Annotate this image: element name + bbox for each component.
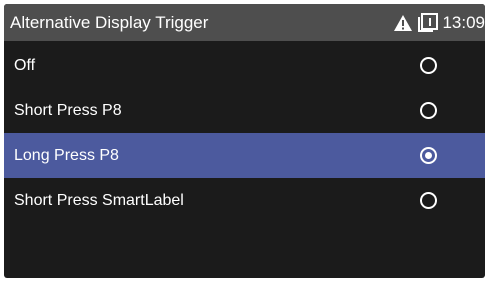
page-title: Alternative Display Trigger	[10, 13, 209, 32]
status-time: 13:09	[442, 12, 485, 32]
option-long-press-p8[interactable]: Long Press P8	[4, 133, 485, 178]
header-bar: Alternative Display Trigger 13:09	[4, 4, 485, 41]
radio-button[interactable]	[420, 57, 437, 74]
option-off[interactable]: Off	[4, 43, 485, 88]
option-label: Short Press SmartLabel	[14, 192, 184, 209]
option-short-press-p8[interactable]: Short Press P8	[4, 88, 485, 133]
document-icon	[418, 13, 439, 32]
option-label: Short Press P8	[14, 102, 122, 119]
option-short-press-smartlabel[interactable]: Short Press SmartLabel	[4, 178, 485, 223]
radio-button[interactable]	[420, 147, 437, 164]
option-label: Long Press P8	[14, 147, 119, 164]
radio-button[interactable]	[420, 192, 437, 209]
option-label: Off	[14, 57, 36, 74]
radio-button[interactable]	[420, 102, 437, 119]
warning-icon	[394, 14, 413, 31]
status-area: 13:09	[393, 4, 485, 41]
options-list: Off Short Press P8 Long Press P8 Short P…	[4, 43, 485, 223]
radio-dot	[425, 152, 432, 159]
device-screen: Alternative Display Trigger 13:09 Off Sh…	[4, 4, 485, 278]
